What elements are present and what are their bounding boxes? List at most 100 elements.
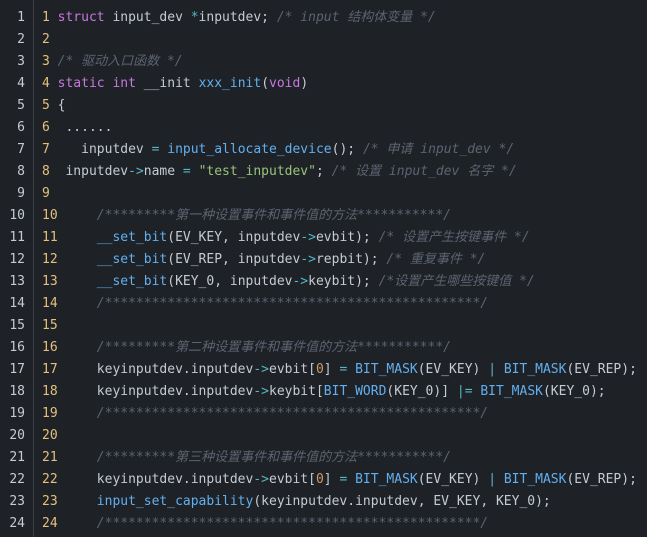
code-token: __set_bit — [96, 274, 168, 289]
inner-line-number: 9 — [42, 186, 50, 201]
code-token: "test_inputdev" — [198, 164, 316, 179]
line-number: 21 — [9, 450, 25, 465]
code-token: __set_bit — [96, 252, 168, 267]
code-token: { — [57, 98, 66, 113]
line-number: 20 — [9, 428, 25, 443]
code-token: ; — [315, 164, 332, 179]
inner-line-number: 17 — [42, 362, 58, 377]
code-text: 19 /************************************… — [42, 403, 488, 425]
line-number: 11 — [9, 230, 25, 245]
code-text: 20 — [42, 425, 65, 447]
line-number: 15 — [9, 318, 25, 333]
code-text: 2 — [42, 29, 58, 51]
code-token: inputdev; — [198, 10, 277, 25]
line-number: 6 — [17, 120, 25, 135]
inner-line-number: 14 — [42, 296, 58, 311]
code-token: keyinputdev.inputdev — [96, 362, 254, 377]
line-number: 4 — [17, 76, 25, 91]
line-number: 18 — [9, 384, 25, 399]
code-token: ( — [261, 76, 270, 91]
code-text: 17 keyinputdev.inputdev->evbit[0] = BIT_… — [42, 359, 637, 381]
line-number: 17 — [9, 362, 25, 377]
code-token: -> — [253, 362, 269, 377]
inner-line-number: 18 — [42, 384, 58, 399]
inner-line-number: 16 — [42, 340, 58, 355]
code-token: /* 申请 input_dev */ — [362, 142, 515, 157]
code-token: * — [190, 10, 199, 25]
line-number: 16 — [9, 340, 25, 355]
code-token: /*设置产生哪些按键值 */ — [378, 274, 535, 289]
code-text: 14 /************************************… — [42, 293, 488, 315]
inner-line-number: 2 — [42, 32, 50, 47]
inner-line-number: 24 — [42, 516, 58, 531]
code-token: input_dev — [104, 10, 191, 25]
line-number: 3 — [17, 54, 25, 69]
code-token: __init — [135, 76, 199, 91]
code-text: 7 inputdev = input_allocate_device(); /*… — [42, 139, 514, 161]
inner-line-number: 3 — [42, 54, 50, 69]
code-text: 10 /*********第一种设置事件和事件值的方法***********/ — [42, 205, 451, 227]
code-text: 12 __set_bit(EV_REP, inputdev->repbit); … — [42, 249, 485, 271]
line-number: 19 — [9, 406, 25, 421]
code-token: input_allocate_device — [167, 142, 332, 157]
code-token: /*********第一种设置事件和事件值的方法***********/ — [96, 208, 451, 223]
code-token: keybit[ — [269, 384, 324, 399]
inner-line-number: 23 — [42, 494, 58, 509]
code-token: /* 重复事件 */ — [386, 252, 486, 267]
code-text: 22 keyinputdev.inputdev->evbit[0] = BIT_… — [42, 469, 637, 491]
code-token: (keyinputdev.inputdev, EV_KEY, KEY_0); — [253, 494, 551, 509]
code-token: keyinputdev.inputdev — [96, 384, 254, 399]
code-editor[interactable]: 11 struct input_dev *inputdev; /* input … — [0, 0, 647, 537]
code-token: int — [112, 76, 136, 91]
inner-line-number: 11 — [42, 230, 58, 245]
line-number: 13 — [9, 274, 25, 289]
code-token: BIT_MASK — [503, 362, 567, 377]
code-token: (); — [331, 142, 363, 157]
code-text: 13 __set_bit(KEY_0, inputdev->keybit); /… — [42, 271, 535, 293]
inner-line-number: 4 — [42, 76, 50, 91]
code-token: xxx_init — [198, 76, 262, 91]
inner-line-number: 6 — [42, 120, 50, 135]
code-token: (EV_REP); — [566, 472, 637, 487]
code-token: (KEY_0)] — [386, 384, 457, 399]
code-text: 5 { — [42, 95, 65, 117]
code-text: 18 keyinputdev.inputdev->keybit[BIT_WORD… — [42, 381, 606, 403]
code-token: input_set_capability — [96, 494, 254, 509]
line-number: 14 — [9, 296, 25, 311]
code-token: 0 — [315, 472, 324, 487]
line-number: 22 — [9, 472, 25, 487]
code-token: (KEY_0); — [542, 384, 606, 399]
inner-line-number: 22 — [42, 472, 58, 487]
code-token: /***************************************… — [96, 296, 489, 311]
code-token: /* 驱动入口函数 */ — [57, 54, 183, 69]
code-token: /***************************************… — [96, 406, 489, 421]
code-token: /* input 结构体变量 */ — [276, 10, 436, 25]
code-token: __set_bit — [96, 230, 168, 245]
code-token: -> — [300, 230, 316, 245]
code-token: | — [488, 362, 497, 377]
code-text: 4 static int __init xxx_init(void) — [42, 73, 308, 95]
inner-line-number: 1 — [42, 10, 50, 25]
code-token: (EV_KEY) — [417, 362, 489, 377]
code-text: 9 — [42, 183, 58, 205]
inner-line-number: 15 — [42, 318, 58, 333]
inner-line-number: 12 — [42, 252, 58, 267]
line-number: 8 — [17, 164, 25, 179]
code-text: 1 struct input_dev *inputdev; /* input 结… — [42, 7, 436, 29]
line-number: 5 — [17, 98, 25, 113]
code-text: 3 /* 驱动入口函数 */ — [42, 51, 183, 73]
inner-line-number: 13 — [42, 274, 58, 289]
code-token: (EV_REP, inputdev — [167, 252, 301, 267]
code-token: ) — [300, 76, 309, 91]
line-number: 10 — [9, 208, 25, 223]
code-token: keyinputdev.inputdev — [96, 472, 254, 487]
code-token: BIT_MASK — [503, 472, 567, 487]
line-number: 12 — [9, 252, 25, 267]
code-token: inputdev — [65, 164, 129, 179]
code-token: /*********第二种设置事件和事件值的方法***********/ — [96, 340, 451, 355]
code-token: BIT_MASK — [480, 384, 543, 399]
